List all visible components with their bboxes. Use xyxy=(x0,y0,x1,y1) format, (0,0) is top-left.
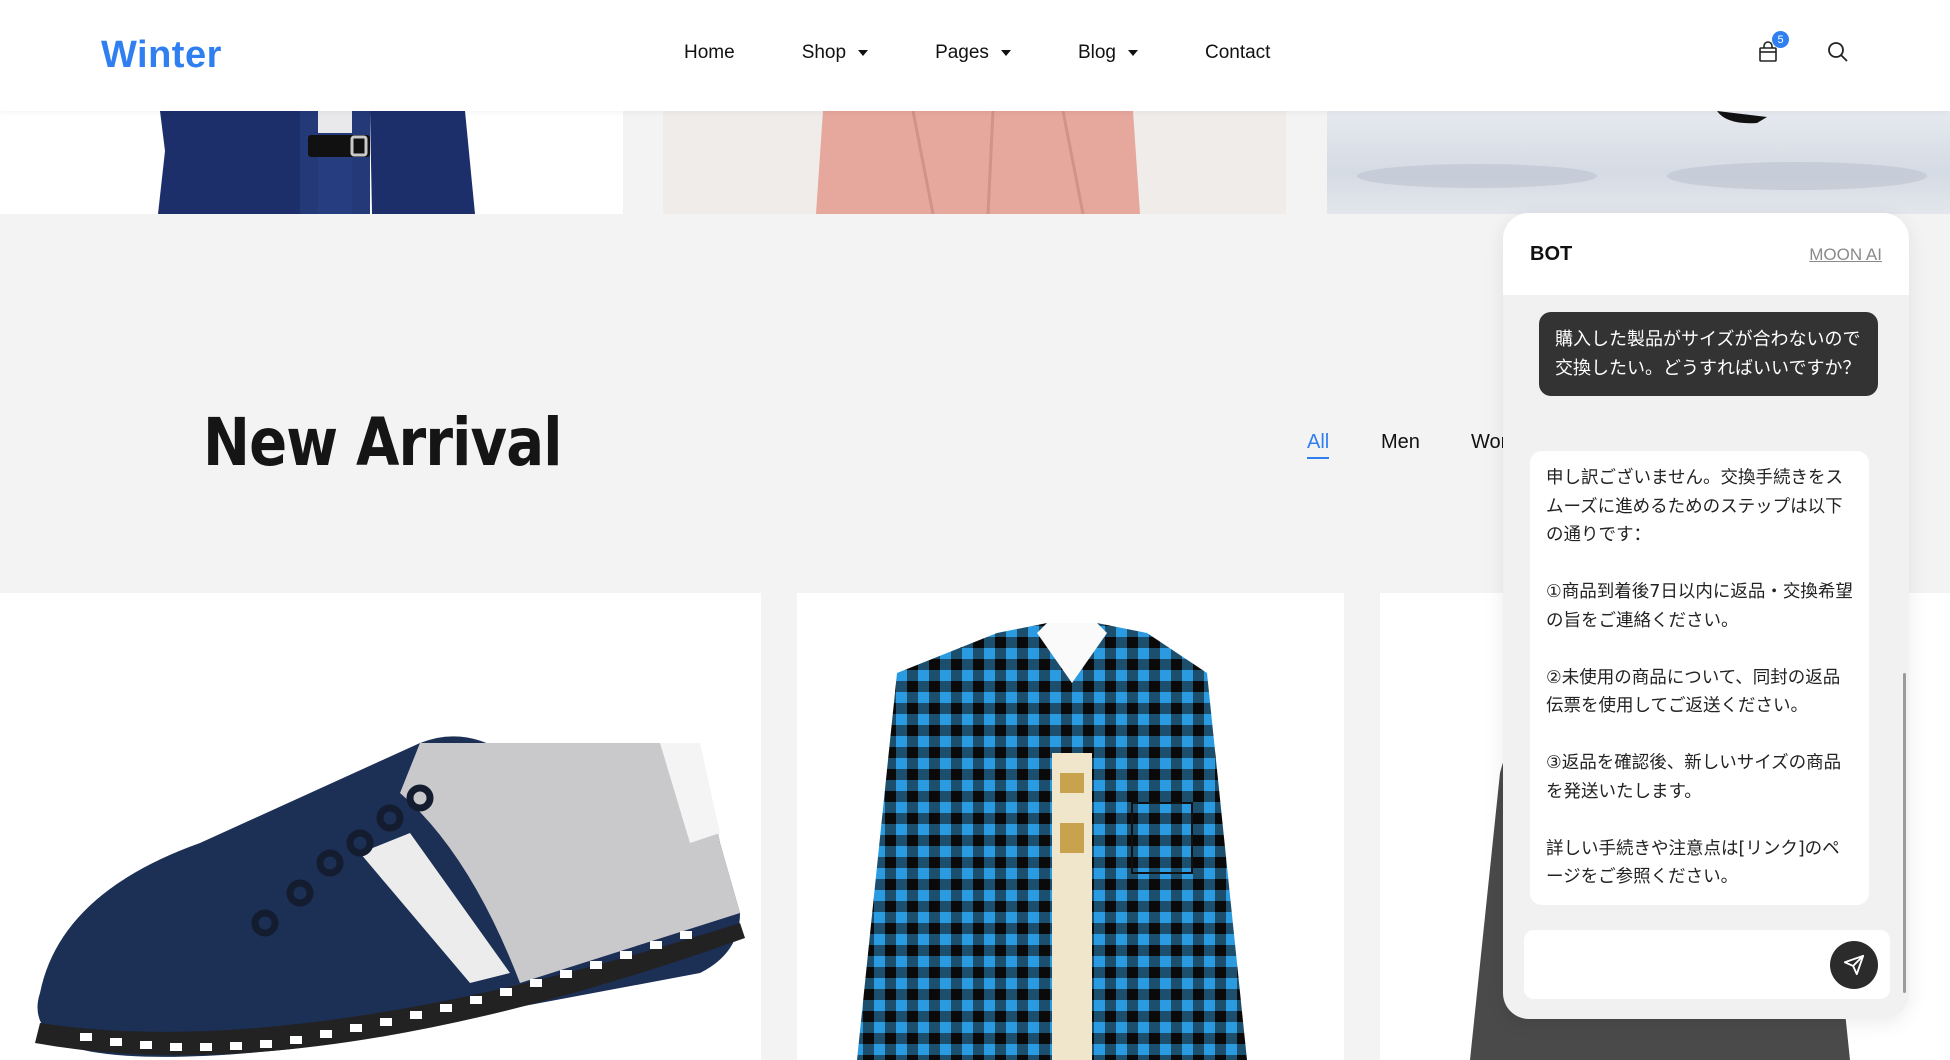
cart-count-badge: 5 xyxy=(1772,31,1789,48)
chevron-down-icon xyxy=(1000,50,1011,56)
banner-image-suit[interactable] xyxy=(0,111,623,214)
bot-message-bubble: 申し訳ございません。交換手続きをスムーズに進めるためのステップは以下の通りです：… xyxy=(1530,451,1869,905)
sneaker-image xyxy=(35,736,745,1057)
nav-contact-label: Contact xyxy=(1204,42,1271,63)
chat-input-container xyxy=(1524,930,1890,999)
section-title: New Arrival xyxy=(203,404,562,481)
site-header: Winter Home Shop Pages Blog Contact 5 xyxy=(0,0,1950,111)
bot-message-line: 申し訳ございません。交換手続きをスムーズに進めるためのステップは以下の通りです： xyxy=(1546,468,1843,545)
chat-scrollbar[interactable] xyxy=(1903,673,1906,993)
product-card-shirt[interactable] xyxy=(797,593,1344,1060)
suit-illustration xyxy=(158,111,475,214)
banner-image-dress[interactable] xyxy=(663,111,1286,214)
bot-message-line: ①商品到着後7日以内に返品・交換希望の旨をご連絡ください。 xyxy=(1546,582,1853,631)
nav-shop-label: Shop xyxy=(801,42,847,63)
nav-pages[interactable]: Pages xyxy=(935,42,1011,64)
user-message-bubble: 購入した製品がサイズが合わないので交換したい。どうすればいいですか？ xyxy=(1539,312,1878,396)
chat-widget: BOT MOON AI 購入した製品がサイズが合わないので交換したい。どうすれば… xyxy=(1503,213,1909,1019)
send-icon xyxy=(1843,954,1865,976)
bot-message-line: ③返品を確認後、新しいサイズの商品を発送いたします。 xyxy=(1546,753,1842,802)
filter-men[interactable]: Men xyxy=(1381,431,1420,454)
chevron-down-icon xyxy=(1127,50,1138,56)
send-button[interactable] xyxy=(1830,941,1878,989)
chat-message-input[interactable] xyxy=(1538,948,1818,982)
nav-home[interactable]: Home xyxy=(684,42,735,64)
main-nav: Home Shop Pages Blog Contact xyxy=(684,42,1270,64)
nav-shop[interactable]: Shop xyxy=(801,42,869,64)
product-card-sneaker[interactable] xyxy=(0,593,761,1060)
chat-provider-link[interactable]: MOON AI xyxy=(1809,245,1882,265)
bot-message-line: 詳しい手続きや注意点は[リンク]のページをご参照ください。 xyxy=(1546,838,1840,888)
search-icon[interactable] xyxy=(1826,40,1850,64)
filter-all[interactable]: All xyxy=(1307,431,1330,459)
chat-title: BOT xyxy=(1530,243,1573,265)
nav-pages-label: Pages xyxy=(935,42,989,63)
bot-message-line: ②未使用の商品について、同封の返品伝票を使用してご返送ください。 xyxy=(1546,667,1841,717)
dress-illustration xyxy=(816,111,1140,214)
filter-women[interactable]: Wor xyxy=(1471,431,1507,454)
chevron-down-icon xyxy=(858,50,869,56)
site-logo[interactable]: Winter xyxy=(101,34,222,77)
plaid-shirt-image xyxy=(857,623,1247,1060)
chat-header: BOT MOON AI xyxy=(1503,213,1909,295)
banner-image-shoe[interactable] xyxy=(1327,111,1950,214)
nav-contact[interactable]: Contact xyxy=(1205,42,1270,64)
shoe-shadow-illustration xyxy=(1357,111,1927,190)
nav-blog-label: Blog xyxy=(1077,42,1116,63)
nav-home-label: Home xyxy=(684,42,735,63)
nav-blog[interactable]: Blog xyxy=(1078,42,1138,64)
